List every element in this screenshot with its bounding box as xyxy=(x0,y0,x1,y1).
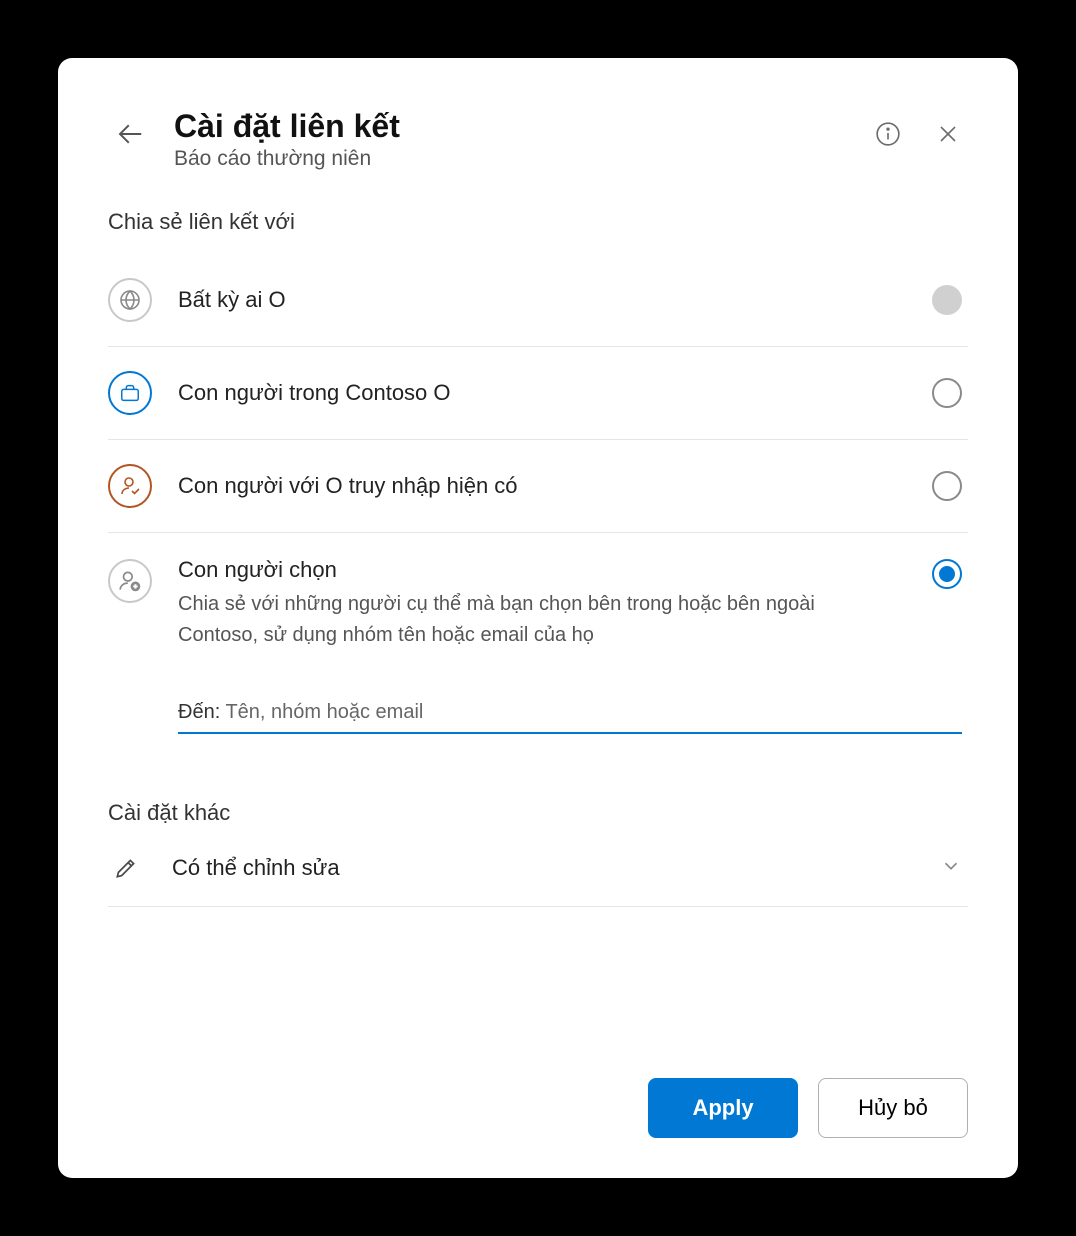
briefcase-icon xyxy=(108,371,152,415)
to-input[interactable]: Đến: Tên, nhóm hoặc email xyxy=(178,695,962,734)
chevron-down-icon xyxy=(940,855,962,882)
option-org-label: Con người trong Contoso O xyxy=(178,380,906,406)
option-anyone-label: Bất kỳ ai O xyxy=(178,287,906,313)
dialog-footer: Apply Hủy bỏ xyxy=(108,1038,968,1138)
option-chosen-desc: Chia sẻ với những người cụ thể mà bạn ch… xyxy=(178,589,818,651)
cancel-button[interactable]: Hủy bỏ xyxy=(818,1078,968,1138)
option-existing[interactable]: Con người với O truy nhập hiện có xyxy=(108,440,968,533)
option-anyone[interactable]: Bất kỳ ai O xyxy=(108,254,968,347)
close-button[interactable] xyxy=(928,114,968,154)
dialog-title: Cài đặt liên kết xyxy=(174,108,868,145)
radio-chosen[interactable] xyxy=(932,559,962,589)
info-button[interactable] xyxy=(868,114,908,154)
globe-icon xyxy=(108,278,152,322)
link-settings-dialog: Cài đặt liên kết Báo cáo thường niên Chi… xyxy=(58,58,1018,1178)
option-org[interactable]: Con người trong Contoso O xyxy=(108,347,968,440)
radio-existing[interactable] xyxy=(932,471,962,501)
person-check-icon xyxy=(108,464,152,508)
share-section-label: Chia sẻ liên kết với xyxy=(108,209,968,235)
option-chosen-label: Con người chọn xyxy=(178,557,906,583)
to-prefix: Đến: xyxy=(178,701,220,723)
person-add-icon xyxy=(108,559,152,603)
share-options: Bất kỳ ai O Con người trong Contoso O xyxy=(108,253,968,758)
dialog-subtitle: Báo cáo thường niên xyxy=(174,147,868,171)
radio-anyone xyxy=(932,285,962,315)
more-settings-label: Cài đặt khác xyxy=(108,800,968,826)
permission-dropdown[interactable]: Có thể chỉnh sửa xyxy=(108,832,968,907)
back-button[interactable] xyxy=(108,112,152,156)
option-existing-label: Con người với O truy nhập hiện có xyxy=(178,473,906,499)
radio-org[interactable] xyxy=(932,378,962,408)
option-chosen[interactable]: Con người chọn Chia sẻ với những người c… xyxy=(108,533,968,758)
dialog-header: Cài đặt liên kết Báo cáo thường niên xyxy=(108,108,968,171)
permission-label: Có thể chỉnh sửa xyxy=(172,855,912,881)
to-placeholder: Tên, nhóm hoặc email xyxy=(225,701,423,723)
pencil-icon xyxy=(108,850,144,886)
apply-button[interactable]: Apply xyxy=(648,1078,798,1138)
header-actions xyxy=(868,114,968,154)
